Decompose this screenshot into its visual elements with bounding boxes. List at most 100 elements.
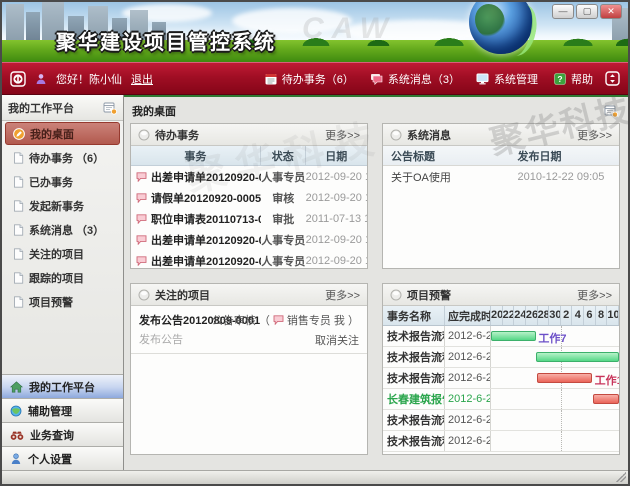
gantt-row[interactable]: 技术报告流程2012-6-28 1 bbox=[383, 410, 619, 431]
pencil-badge-icon bbox=[13, 128, 25, 140]
todo-row[interactable]: 请假单20120920-0005审核2012-09-20 14:05 bbox=[131, 187, 367, 208]
gantt-col-task-name: 事务名称 bbox=[383, 306, 445, 325]
message-date: 2010-12-22 09:05 bbox=[518, 171, 619, 183]
followed-status-prefix: 公告审核 （ bbox=[212, 312, 270, 328]
platform-settings-icon[interactable] bbox=[103, 101, 117, 115]
doc-icon bbox=[13, 224, 24, 236]
todo-task-date: 2011-07-13 15:05 bbox=[306, 213, 367, 225]
gantt-row[interactable]: 技术报告流程2012-6-28 1 bbox=[383, 431, 619, 452]
unfollow-link[interactable]: 取消关注 bbox=[253, 332, 359, 348]
sidebar-item-desktop[interactable]: 我的桌面 bbox=[5, 122, 120, 145]
messages-more-link[interactable]: 更多>> bbox=[577, 127, 612, 143]
sidebar-item-label: 项目预警 bbox=[29, 294, 73, 310]
toolbar-item-label: 帮助 bbox=[571, 71, 593, 87]
panel-orb-icon bbox=[138, 289, 150, 301]
accordion-item-aux-admin[interactable]: 辅助管理 bbox=[2, 398, 123, 422]
todo-task-status: 人事专员 bbox=[261, 169, 306, 185]
messages-panel-title: 系统消息 bbox=[407, 127, 451, 143]
sidebar-spacer bbox=[2, 314, 123, 374]
sidebar-item-messages[interactable]: 系统消息 （3） bbox=[5, 218, 120, 241]
warnings-more-link[interactable]: 更多>> bbox=[577, 287, 612, 303]
sidebar: 我的工作平台 我的桌面待办事务 （6）已办事务发起新事务系统消息 （3） 关注的项… bbox=[2, 95, 124, 470]
chat-bubble-icon bbox=[136, 193, 147, 203]
accordion-item-work-platform[interactable]: 我的工作平台 bbox=[2, 374, 123, 398]
sidebar-item-tracked-projects[interactable]: 跟踪的项目 bbox=[5, 266, 120, 289]
todo-task-date: 2012-09-20 14:05 bbox=[306, 192, 367, 204]
user-greeting: 您好！陈小仙 bbox=[56, 71, 122, 87]
scroll-toggle-icon[interactable] bbox=[605, 71, 620, 86]
minimize-button[interactable]: — bbox=[552, 4, 574, 19]
sidebar-item-new-task[interactable]: 发起新事务 bbox=[5, 194, 120, 217]
sidebar-item-label: 关注的项目 bbox=[29, 246, 84, 262]
gantt-task-name: 技术报告流程 bbox=[383, 431, 445, 451]
message-row[interactable]: 关于OA使用2010-12-22 09:05 bbox=[383, 166, 619, 188]
gantt-timeline bbox=[491, 431, 619, 451]
toolbar-item-label: 待办事务（6） bbox=[282, 71, 354, 87]
todo-row[interactable]: 出差申请单20120920-0003人事专员2012-09-20 13:21 bbox=[131, 229, 367, 250]
todo-row[interactable]: 出差申请单20120920-0004人事专员2012-09-20 13:54 bbox=[131, 166, 367, 187]
followed-project-status: 公告审核 （销售专员 我 ）取消关注 bbox=[253, 312, 359, 348]
gantt-header: 事务名称 应完成时间 202224262830246810 bbox=[383, 306, 619, 326]
gantt-rows: 技术报告流程2012-6-28 1工作7技术报告流程2012-6-28 1技术报… bbox=[383, 326, 619, 452]
sidebar-item-project-warnings[interactable]: 项目预警 bbox=[5, 290, 120, 313]
toolbar-item-system-admin[interactable]: 系统管理 bbox=[476, 71, 538, 87]
gantt-bar-label: 工作7 bbox=[538, 330, 566, 346]
sidebar-item-followed-projects[interactable]: 关注的项目 bbox=[5, 242, 120, 265]
gantt-row[interactable]: 技术报告流程2012-6-28 1工作7 bbox=[383, 326, 619, 347]
gantt-task-name: 技术报告流程 bbox=[383, 347, 445, 367]
gantt-bar-green bbox=[491, 331, 536, 341]
sidebar-accordion: 我的工作平台辅助管理业务查询个人设置 bbox=[2, 374, 123, 470]
app-window: CAW 聚华建设项目管控系统 — ▢ ✕ 您好！陈小仙 退出 待办事务（6）系统… bbox=[0, 0, 630, 486]
warnings-panel-body: 事务名称 应完成时间 202224262830246810 技术报告流程2012… bbox=[383, 306, 619, 454]
gantt-date-tick: 30 bbox=[549, 306, 561, 325]
accordion-item-label: 业务查询 bbox=[30, 427, 74, 443]
accordion-item-personal-settings[interactable]: 个人设置 bbox=[2, 446, 123, 470]
accordion-item-business-query[interactable]: 业务查询 bbox=[2, 422, 123, 446]
logout-link[interactable]: 退出 bbox=[131, 71, 153, 87]
messages-col-date: 发布日期 bbox=[518, 148, 619, 164]
gantt-timeline: 工作7 bbox=[491, 326, 619, 346]
toolbar-item-messages[interactable]: 系统消息（3） bbox=[370, 71, 460, 87]
todo-task-label: 请假单20120920-0005 bbox=[151, 190, 261, 206]
gantt-timeline: 工作10 bbox=[491, 368, 619, 388]
toolbar-item-todo[interactable]: 待办事务（6） bbox=[265, 71, 354, 87]
calendar-icon bbox=[265, 73, 277, 85]
toolbar-item-help[interactable]: ?帮助 bbox=[554, 71, 593, 87]
followed-panel-header: 关注的项目 更多>> bbox=[131, 284, 367, 306]
followed-panel-title: 关注的项目 bbox=[155, 287, 210, 303]
todo-col-status: 状态 bbox=[261, 146, 306, 165]
todo-panel-header: 待办事务 更多>> bbox=[131, 124, 367, 146]
gantt-row[interactable]: 技术报告流程2012-6-28 1工作10 bbox=[383, 368, 619, 389]
sidebar-item-label: 系统消息 （3） bbox=[29, 222, 104, 238]
warnings-panel-header: 项目预警 更多>> bbox=[383, 284, 619, 306]
gantt-row[interactable]: 长春建筑报告2012-6-26 1 bbox=[383, 389, 619, 410]
sidebar-item-done[interactable]: 已办事务 bbox=[5, 170, 120, 193]
collapse-sidebar-icon[interactable] bbox=[10, 71, 26, 87]
todo-row[interactable]: 职位申请表20110713-0026审批2011-07-13 15:05 bbox=[131, 208, 367, 229]
gantt-row[interactable]: 技术报告流程2012-6-28 1 bbox=[383, 347, 619, 368]
todo-task-status: 审批 bbox=[261, 211, 306, 227]
gantt-due-time: 2012-6-28 1 bbox=[445, 368, 491, 388]
todo-row[interactable]: 出差申请单20120920-0002人事专员2012-09-20 10:31 bbox=[131, 250, 367, 268]
resize-grip-icon[interactable] bbox=[616, 472, 626, 482]
close-button[interactable]: ✕ bbox=[600, 4, 622, 19]
accordion-item-label: 我的工作平台 bbox=[29, 379, 95, 395]
todo-task-label: 职位申请表20110713-0026 bbox=[151, 211, 261, 227]
todo-more-link[interactable]: 更多>> bbox=[325, 127, 360, 143]
user-icon bbox=[35, 73, 47, 85]
panel-grid: 待办事务 更多>> 事务 状态 日期 出差申请单20120920-0004人事专… bbox=[130, 123, 620, 455]
todo-task-label: 出差申请单20120920-0002 bbox=[151, 253, 261, 269]
toolbar-left: 您好！陈小仙 退出 bbox=[10, 71, 153, 87]
followed-project-row[interactable]: 发布公告20120809-0001发布公告公告审核 （销售专员 我 ）取消关注 bbox=[131, 306, 367, 354]
panel-orb-icon bbox=[390, 289, 402, 301]
chat-bubble-icon bbox=[136, 256, 147, 266]
home-icon bbox=[10, 381, 23, 393]
maximize-button[interactable]: ▢ bbox=[576, 4, 598, 19]
desktop-settings-icon[interactable] bbox=[604, 104, 618, 118]
toolbar-menu: 待办事务（6） 系统消息（3） 系统管理 ?帮助 bbox=[265, 71, 593, 87]
app-title: 聚华建设项目管控系统 bbox=[56, 26, 276, 55]
sidebar-item-todo[interactable]: 待办事务 （6） bbox=[5, 146, 120, 169]
followed-more-link[interactable]: 更多>> bbox=[325, 287, 360, 303]
doc-icon bbox=[13, 296, 24, 308]
gantt-due-time: 2012-6-26 1 bbox=[445, 389, 491, 409]
